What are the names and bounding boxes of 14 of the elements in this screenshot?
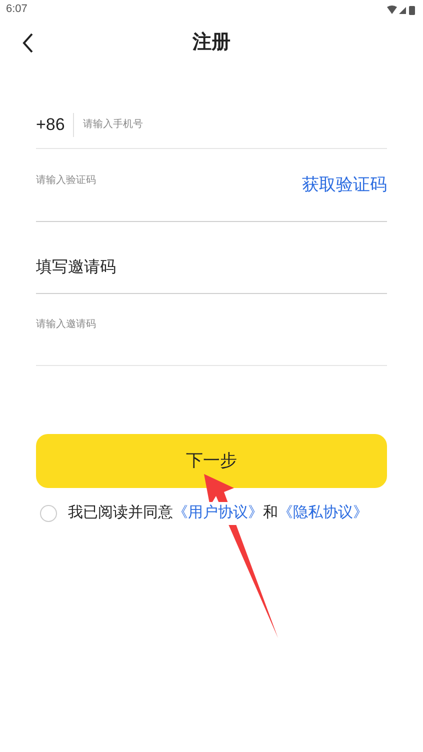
privacy-agreement-link[interactable]: 《隐私协议》 [278, 502, 368, 524]
invite-heading: 填写邀请码 [36, 258, 116, 278]
agreement-joiner: 和 [263, 503, 278, 523]
get-code-link[interactable]: 获取验证码 [302, 172, 387, 198]
agree-checkbox[interactable] [40, 504, 57, 522]
status-icons [387, 4, 417, 14]
code-field[interactable]: 请输入验证码 [36, 172, 302, 188]
next-button[interactable]: 下一步 [36, 434, 387, 488]
status-time: 6:07 [6, 2, 28, 18]
country-code[interactable]: +86 [36, 112, 74, 136]
agreement-text: 我已阅读并同意 [68, 503, 173, 523]
page-title: 注册 [192, 30, 230, 55]
phone-field[interactable]: 请输入手机号 [82, 117, 387, 132]
invite-field[interactable]: 请输入邀请码 [36, 317, 387, 332]
